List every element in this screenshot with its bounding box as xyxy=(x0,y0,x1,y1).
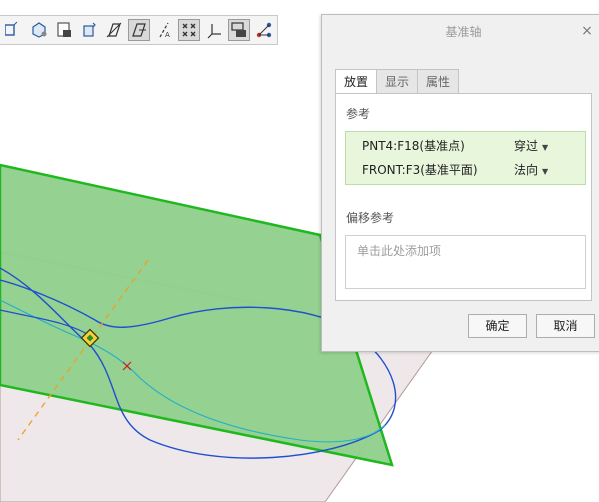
chevron-down-icon: ▼ xyxy=(542,143,549,152)
cancel-button[interactable]: 取消 xyxy=(536,314,595,338)
spin-center-button[interactable] xyxy=(78,19,100,41)
constraint-type-dropdown[interactable]: 法向 ▼ xyxy=(514,158,548,184)
spin-center-display-button[interactable] xyxy=(253,19,275,41)
datum-axis-display-button[interactable]: A xyxy=(153,19,175,41)
view-manager-button[interactable] xyxy=(53,19,75,41)
offset-references-label: 偏移参考 xyxy=(346,211,395,225)
spin-center-icon xyxy=(83,22,96,37)
view-box-button[interactable] xyxy=(3,19,25,41)
dialog-title: 基准轴 xyxy=(445,25,482,39)
dialog-tabs: 放置 显示 属性 xyxy=(335,69,460,94)
saved-orientation-icon xyxy=(32,22,47,38)
ok-button[interactable]: 确定 xyxy=(468,314,527,338)
references-collector[interactable]: PNT4:F18(基准点) 穿过 ▼ FRONT:F3(基准平面) 法向 ▼ xyxy=(345,131,586,185)
graphics-toolbar: A xyxy=(0,15,278,45)
datum-plane-tag-icon xyxy=(132,23,146,37)
saved-orientation-button[interactable] xyxy=(28,19,50,41)
reference-row[interactable]: FRONT:F3(基准平面) 法向 ▼ xyxy=(346,158,585,182)
chevron-down-icon: ▼ xyxy=(542,167,549,176)
view-manager-icon xyxy=(57,22,71,37)
datum-axis-display-icon: A xyxy=(159,22,170,39)
offset-placeholder: 单击此处添加项 xyxy=(357,244,442,258)
datum-axis-dialog: 基准轴 × 放置 显示 属性 参考 PNT4:F18(基准点) 穿过 ▼ FRON… xyxy=(321,14,599,352)
annotation-display-button[interactable] xyxy=(228,19,250,41)
datum-point-display-icon xyxy=(182,23,196,37)
spin-center-display-icon xyxy=(256,22,272,38)
view-box-icon xyxy=(5,21,18,36)
placement-panel: 参考 PNT4:F18(基准点) 穿过 ▼ FRONT:F3(基准平面) 法向 ▼ … xyxy=(335,93,592,301)
datum-point-display-button[interactable] xyxy=(178,19,200,41)
constraint-type-dropdown[interactable]: 穿过 ▼ xyxy=(514,134,548,160)
references-label: 参考 xyxy=(346,107,371,121)
svg-text:A: A xyxy=(165,31,170,39)
offset-references-collector[interactable]: 单击此处添加项 xyxy=(345,235,586,289)
tab-properties[interactable]: 属性 xyxy=(417,69,460,93)
reference-name: PNT4:F18(基准点) xyxy=(362,139,465,153)
constraint-type-value: 法向 xyxy=(514,163,539,177)
constraint-type-value: 穿过 xyxy=(514,139,539,153)
reference-name: FRONT:F3(基准平面) xyxy=(362,163,478,177)
close-icon[interactable]: × xyxy=(577,21,597,41)
datum-plane-tag-button[interactable] xyxy=(128,19,150,41)
tab-display[interactable]: 显示 xyxy=(376,69,419,93)
coordinate-system-display-icon xyxy=(207,24,221,39)
datum-plane-display-icon xyxy=(106,22,122,38)
reference-row[interactable]: PNT4:F18(基准点) 穿过 ▼ xyxy=(346,134,585,158)
annotation-display-icon xyxy=(231,22,246,37)
datum-plane-display-button[interactable] xyxy=(103,19,125,41)
coordinate-system-display-button[interactable] xyxy=(203,19,225,41)
tab-placement[interactable]: 放置 xyxy=(335,69,378,94)
